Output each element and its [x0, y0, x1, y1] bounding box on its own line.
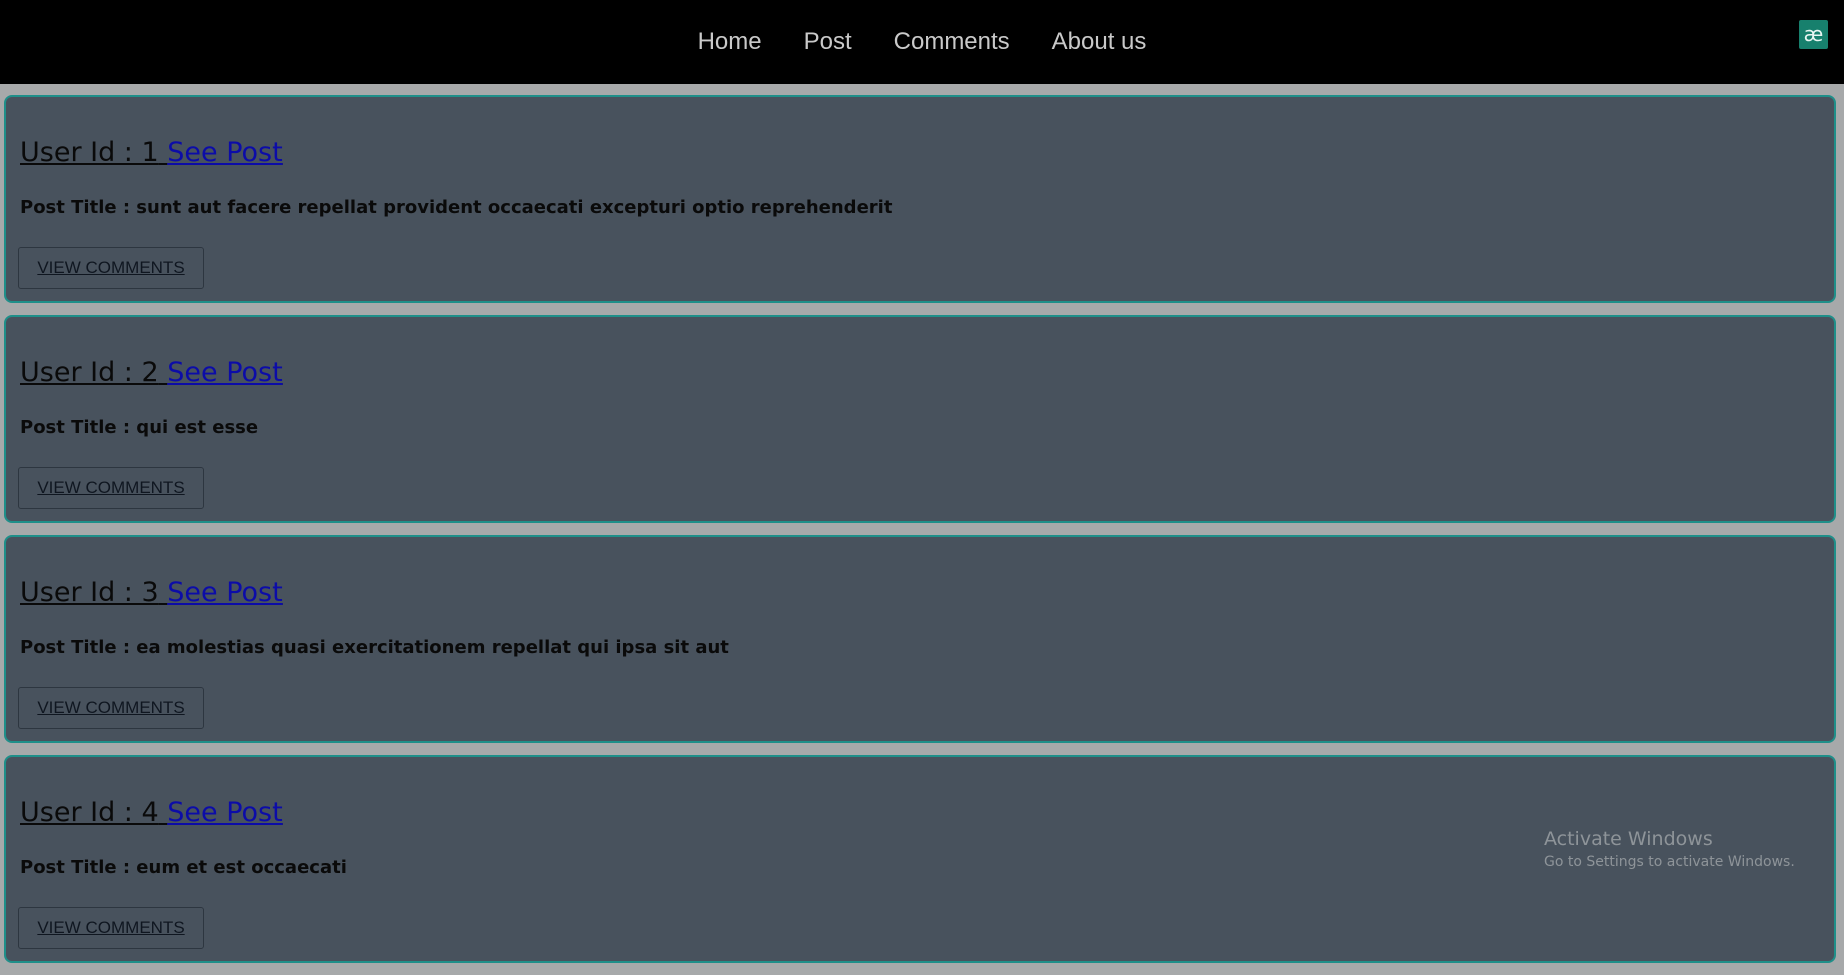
- watermark-title: Activate Windows: [1544, 828, 1713, 850]
- top-navbar: Home Post Comments About us æ: [0, 0, 1844, 84]
- post-card: User Id : 2 See Post Post Title : qui es…: [4, 315, 1836, 523]
- see-post-link[interactable]: See Post: [167, 137, 282, 168]
- post-title: Post Title : sunt aut facere repellat pr…: [20, 197, 893, 218]
- watermark-subtitle: Go to Settings to activate Windows.: [1544, 854, 1795, 870]
- user-id-heading: User Id : 2 See Post: [20, 357, 283, 388]
- nav-comments-link[interactable]: Comments: [894, 28, 1010, 56]
- extension-icon[interactable]: æ: [1799, 20, 1828, 49]
- nav-about-us-link[interactable]: About us: [1052, 28, 1147, 56]
- view-comments-button[interactable]: VIEW COMMENTS: [18, 687, 204, 729]
- activate-windows-watermark: Activate Windows Go to Settings to activ…: [1544, 826, 1795, 872]
- see-post-link[interactable]: See Post: [167, 797, 282, 828]
- view-comments-button[interactable]: VIEW COMMENTS: [18, 467, 204, 509]
- user-id-label: User Id : 2: [20, 357, 159, 388]
- view-comments-button[interactable]: VIEW COMMENTS: [18, 247, 204, 289]
- view-comments-button[interactable]: VIEW COMMENTS: [18, 907, 204, 949]
- nav-post-link[interactable]: Post: [804, 28, 852, 56]
- user-id-label: User Id : 1: [20, 137, 159, 168]
- post-title: Post Title : ea molestias quasi exercita…: [20, 637, 729, 658]
- post-title: Post Title : qui est esse: [20, 417, 259, 438]
- user-id-heading: User Id : 3 See Post: [20, 577, 283, 608]
- see-post-link[interactable]: See Post: [167, 357, 282, 388]
- nav-menu: Home Post Comments About us: [0, 0, 1844, 84]
- post-card: User Id : 1 See Post Post Title : sunt a…: [4, 95, 1836, 303]
- post-title: Post Title : eum et est occaecati: [20, 857, 347, 878]
- user-id-heading: User Id : 1 See Post: [20, 137, 283, 168]
- user-id-label: User Id : 4: [20, 797, 159, 828]
- nav-home-link[interactable]: Home: [698, 28, 762, 56]
- user-id-label: User Id : 3: [20, 577, 159, 608]
- see-post-link[interactable]: See Post: [167, 577, 282, 608]
- user-id-heading: User Id : 4 See Post: [20, 797, 283, 828]
- post-card: User Id : 3 See Post Post Title : ea mol…: [4, 535, 1836, 743]
